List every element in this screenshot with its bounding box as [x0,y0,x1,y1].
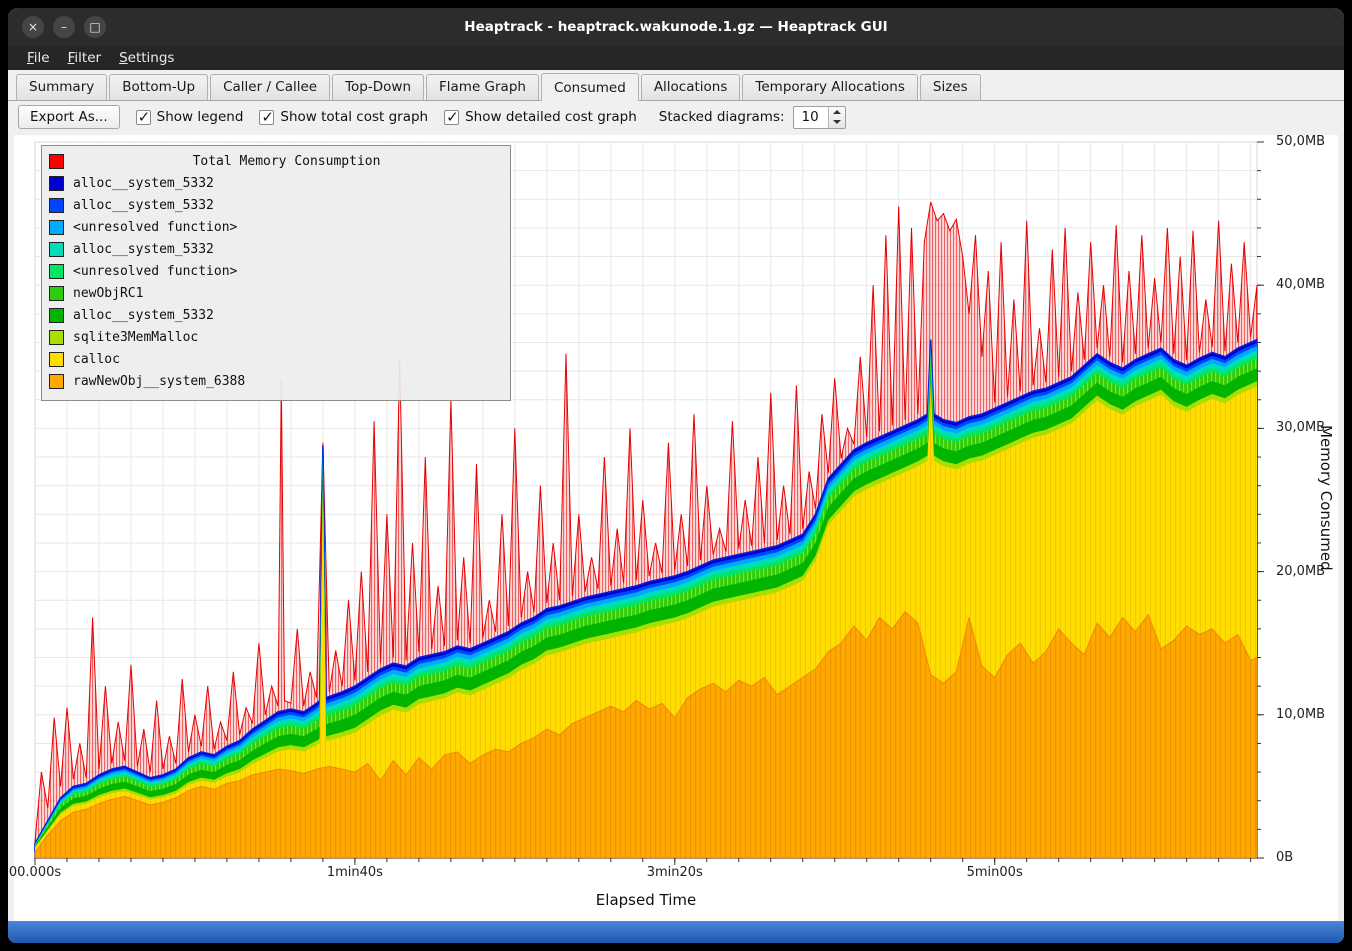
close-icon: × [28,20,38,34]
x-axis-tick-labels: 00.000s1min40s3min20s5min00s [35,865,1257,883]
menubar: File Filter Settings [8,46,1344,70]
tab-flame-graph[interactable]: Flame Graph [426,74,539,100]
menu-item-filter[interactable]: Filter [59,48,110,68]
checkbox-show-detailed-cost-graph[interactable]: Show detailed cost graph [444,109,637,125]
legend-swatch [49,176,64,191]
maximize-button[interactable]: □ [84,16,106,38]
legend-title-row: Total Memory Consumption [49,150,500,172]
legend-label: <unresolved function> [73,264,237,279]
stacked-diagrams-label: Stacked diagrams: [659,109,785,125]
legend-title: Total Memory Consumption [73,154,500,169]
legend-swatch [49,242,64,257]
tab-caller-callee[interactable]: Caller / Callee [210,74,330,100]
legend-item: <unresolved function> [49,260,500,282]
legend-swatch [49,264,64,279]
y-tick-label: 0B [1276,850,1293,865]
legend-label: newObjRC1 [73,286,143,301]
minimize-button[interactable]: – [53,16,75,38]
minimize-icon: – [61,20,67,34]
legend-swatch [49,374,64,389]
tab-temporary-allocations[interactable]: Temporary Allocations [742,74,917,100]
menu-item-file[interactable]: File [18,48,59,68]
export-as-button[interactable]: Export As... [18,105,120,129]
tab-bottom-up[interactable]: Bottom-Up [109,74,208,100]
x-tick-label: 00.000s [9,865,61,880]
tab-top-down[interactable]: Top-Down [332,74,424,100]
legend-swatch-total [49,154,64,169]
legend-swatch [49,286,64,301]
tab-allocations[interactable]: Allocations [641,74,741,100]
checkbox-box [136,110,151,125]
toolbar: Export As... Show legend Show total cost… [8,101,1344,133]
legend-swatch [49,220,64,235]
legend-label: alloc__system_5332 [73,242,214,257]
chart-panel: 00.000s1min40s3min20s5min00s 0B10,0MB20,… [14,135,1338,921]
legend-label: <unresolved function> [73,220,237,235]
spinbox-down-button[interactable] [829,117,845,128]
status-bar [8,921,1344,943]
y-axis-title: Memory Consumed [1317,425,1335,571]
checkbox-show-total-cost-graph[interactable]: Show total cost graph [259,109,428,125]
stacked-diagrams-spinbox[interactable]: 10 [793,106,846,129]
legend-item: <unresolved function> [49,216,500,238]
legend-item: alloc__system_5332 [49,194,500,216]
legend-item: calloc [49,348,500,370]
y-tick-label: 40,0MB [1276,277,1325,292]
checkbox-box [444,110,459,125]
legend-label: alloc__system_5332 [73,198,214,213]
legend-item: alloc__system_5332 [49,304,500,326]
legend-label: rawNewObj__system_6388 [73,374,245,389]
tab-sizes[interactable]: Sizes [920,74,981,100]
spinbox-up-button[interactable] [829,107,845,118]
legend-swatch [49,352,64,367]
x-tick-label: 5min00s [967,865,1023,880]
heaptrack-window: × – □ Heaptrack - heaptrack.wakunode.1.g… [8,8,1344,943]
window-title: Heaptrack - heaptrack.wakunode.1.gz — He… [8,19,1344,35]
legend-item: alloc__system_5332 [49,238,500,260]
checkbox-box [259,110,274,125]
legend-swatch [49,330,64,345]
spinbox-buttons [828,107,845,128]
tab-consumed[interactable]: Consumed [541,73,639,101]
checkbox-label: Show total cost graph [280,109,428,125]
legend-label: sqlite3MemMalloc [73,330,198,345]
legend-item: rawNewObj__system_6388 [49,370,500,392]
menu-item-settings[interactable]: Settings [110,48,183,68]
chart-legend: Total Memory Consumption alloc__system_5… [41,145,511,401]
spinbox-value[interactable]: 10 [794,107,828,128]
legend-label: calloc [73,352,120,367]
close-button[interactable]: × [22,16,44,38]
legend-item: newObjRC1 [49,282,500,304]
legend-label: alloc__system_5332 [73,176,214,191]
x-tick-label: 3min20s [647,865,703,880]
y-tick-label: 10,0MB [1276,707,1325,722]
maximize-icon: □ [89,20,100,34]
y-tick-label: 50,0MB [1276,134,1325,149]
titlebar[interactable]: × – □ Heaptrack - heaptrack.wakunode.1.g… [8,8,1344,46]
x-tick-label: 1min40s [327,865,383,880]
x-axis-title: Elapsed Time [35,891,1257,909]
checkbox-show-legend[interactable]: Show legend [136,109,244,125]
legend-swatch [49,308,64,323]
legend-swatch [49,198,64,213]
checkbox-label: Show legend [157,109,244,125]
legend-item: sqlite3MemMalloc [49,326,500,348]
legend-item: alloc__system_5332 [49,172,500,194]
legend-label: alloc__system_5332 [73,308,214,323]
checkbox-label: Show detailed cost graph [465,109,637,125]
tab-bar: Summary Bottom-Up Caller / Callee Top-Do… [8,70,1344,101]
tab-summary[interactable]: Summary [16,74,107,100]
